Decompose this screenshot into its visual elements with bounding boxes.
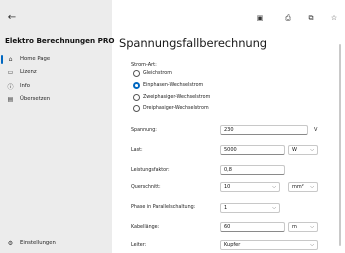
last-label: Last: xyxy=(131,148,143,153)
last-unit-select[interactable]: W ⌵ xyxy=(288,145,318,155)
radio-einphasen-wechselstrom[interactable]: Einphasen-Wechselstrom xyxy=(133,81,203,90)
parallel-label: Phase in Parallelschaltung: xyxy=(131,205,196,210)
sidebar-item-lizenz[interactable]: ▭ Lizenz xyxy=(0,66,112,78)
select-value: mm² xyxy=(292,184,304,190)
kabellaenge-label: Kabellänge: xyxy=(131,225,160,230)
select-value: Kupfer xyxy=(224,242,241,248)
page-title: Spannungsfallberechnung xyxy=(119,36,267,50)
radio-gleichstrom[interactable]: Gleichstrom xyxy=(133,69,172,78)
radio-dreiphasiger-wechselstrom[interactable]: Dreiphasiger-Wechselstrom xyxy=(133,104,209,113)
sidebar-item-uebersetzen[interactable]: ▤ Übersetzen xyxy=(0,93,112,105)
spannung-input[interactable]: 230 xyxy=(220,125,308,135)
spannung-unit: V xyxy=(314,127,318,133)
chevron-down-icon: ⌵ xyxy=(310,147,314,153)
select-value: 10 xyxy=(224,184,231,190)
radio-label: Einphasen-Wechselstrom xyxy=(143,83,204,88)
chevron-down-icon: ⌵ xyxy=(310,224,314,230)
radio-circle xyxy=(133,105,140,112)
parallel-select[interactable]: 1 ⌵ xyxy=(220,203,280,213)
radio-zweiphasiger-wechselstrom[interactable]: Zweiphasiger-Wechselstrom xyxy=(133,93,210,102)
radio-label: Zweiphasiger-Wechselstrom xyxy=(143,95,211,100)
translate-icon: ▤ xyxy=(7,95,14,103)
chevron-down-icon: ⌵ xyxy=(272,184,276,190)
sidebar-item-label: Home Page xyxy=(20,56,51,62)
sidebar-item-label: Einstellungen xyxy=(20,240,56,246)
leistungsfaktor-input[interactable]: 0,8 xyxy=(220,165,285,175)
active-indicator xyxy=(1,54,3,64)
kabellaenge-unit-select[interactable]: m ⌵ xyxy=(288,222,318,232)
querschnitt-label: Querschnitt: xyxy=(131,185,161,190)
chevron-down-icon: ⌵ xyxy=(310,184,314,190)
sidebar-item-label: Übersetzen xyxy=(20,96,51,102)
back-arrow-icon[interactable]: ← xyxy=(5,11,19,25)
sidebar-item-home-page[interactable]: ⌂ Home Page xyxy=(0,53,112,65)
last-input[interactable]: 5000 xyxy=(220,145,285,155)
sidebar-item-einstellungen[interactable]: ⚙ Einstellungen xyxy=(0,237,112,249)
radio-circle xyxy=(133,70,140,77)
select-value: m xyxy=(292,224,297,230)
radio-label: Dreiphasiger-Wechselstrom xyxy=(143,106,209,111)
app-title: Elektro Berechnungen PRO xyxy=(5,36,115,45)
querschnitt-unit-select[interactable]: mm² ⌵ xyxy=(288,182,318,192)
license-icon: ▭ xyxy=(7,68,14,76)
select-value: 1 xyxy=(224,205,228,211)
vertical-scrollbar[interactable] xyxy=(339,44,341,246)
querschnitt-select[interactable]: 10 ⌵ xyxy=(220,182,280,192)
sidebar-item-label: Info xyxy=(20,83,31,89)
chevron-down-icon: ⌵ xyxy=(310,242,314,248)
home-icon: ⌂ xyxy=(8,55,13,63)
radio-label: Gleichstrom xyxy=(143,71,172,76)
info-icon: ⓘ xyxy=(7,83,14,91)
sidebar: ← Elektro Berechnungen PRO ⌂ Home Page ▭… xyxy=(0,0,115,253)
leistungsfaktor-label: Leistungsfaktor: xyxy=(131,168,170,173)
kabellaenge-input[interactable]: 60 xyxy=(220,222,285,232)
sidebar-item-label: Lizenz xyxy=(20,69,37,75)
spannung-label: Spannung: xyxy=(131,128,157,133)
gear-icon: ⚙ xyxy=(7,239,14,247)
radio-circle-selected xyxy=(133,82,140,89)
radio-circle xyxy=(133,94,140,101)
leiter-select[interactable]: Kupfer ⌵ xyxy=(220,240,318,250)
select-value: W xyxy=(292,147,297,153)
leiter-label: Leiter: xyxy=(131,243,147,248)
sidebar-item-info[interactable]: ⓘ Info xyxy=(0,80,112,92)
strom-art-label: Strom-Art: xyxy=(131,62,157,68)
main-content: Spannungsfallberechnung Strom-Art: Gleic… xyxy=(112,0,345,253)
chevron-down-icon: ⌵ xyxy=(272,205,276,211)
